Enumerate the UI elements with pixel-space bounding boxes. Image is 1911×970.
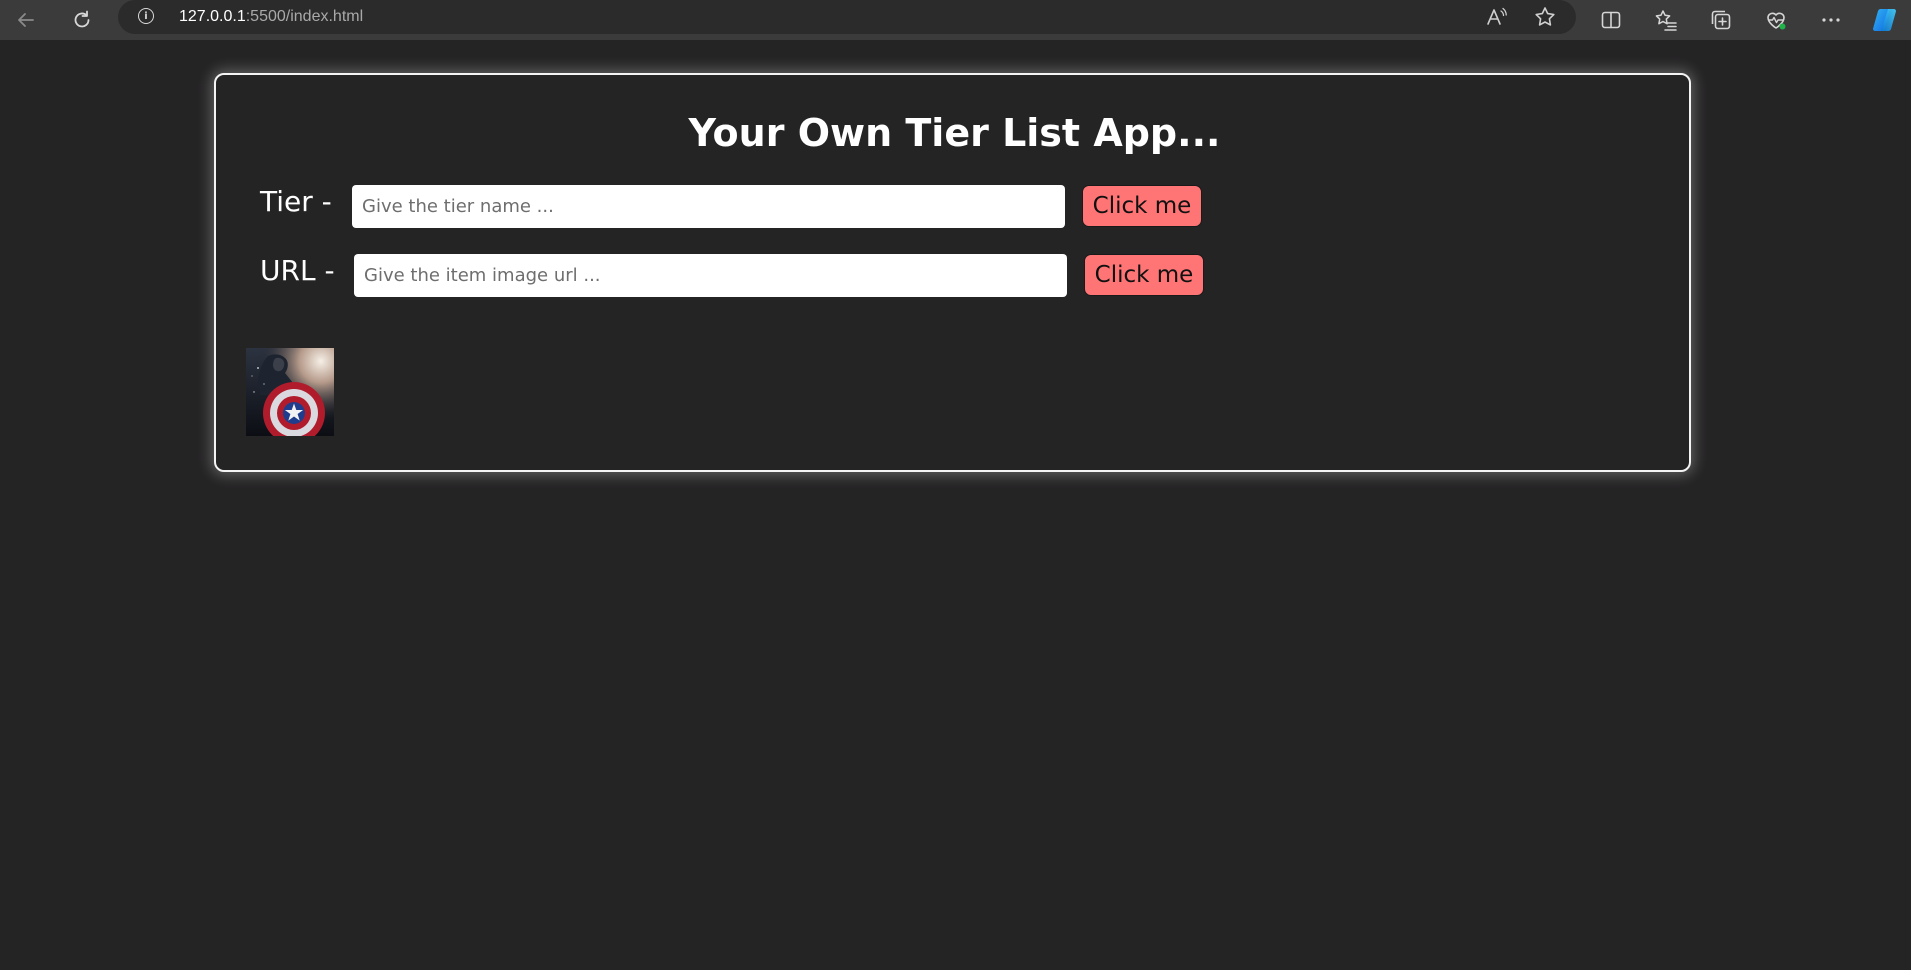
split-screen-icon xyxy=(1601,11,1621,29)
item-url-input[interactable] xyxy=(354,254,1067,297)
address-bar[interactable]: i 127.0.0.1:5500/index.html xyxy=(118,0,1576,34)
tier-list-card: Your Own Tier List App... Tier - Click m… xyxy=(214,73,1691,472)
read-aloud-icon xyxy=(1487,7,1507,25)
url-path: :5500/index.html xyxy=(245,8,364,25)
info-icon[interactable]: i xyxy=(138,8,154,24)
url-text[interactable]: 127.0.0.1:5500/index.html xyxy=(179,8,363,26)
collections-button[interactable] xyxy=(1705,4,1737,36)
heart-pulse-icon xyxy=(1767,12,1786,30)
tier-item-image[interactable] xyxy=(246,348,334,436)
more-dots-icon xyxy=(1822,18,1840,22)
arrow-left-icon xyxy=(18,13,34,27)
star-icon xyxy=(1535,7,1555,26)
refresh-button[interactable] xyxy=(66,4,98,36)
refresh-icon xyxy=(74,10,90,28)
url-host: 127.0.0.1 xyxy=(179,8,246,25)
tier-name-input[interactable] xyxy=(352,185,1065,228)
back-button[interactable] xyxy=(10,4,42,36)
favorite-star-button[interactable] xyxy=(1533,5,1557,29)
tier-label: Tier - xyxy=(260,185,332,218)
copilot-icon xyxy=(1873,9,1896,31)
captain-america-shield-icon xyxy=(246,348,334,436)
page-viewport: Your Own Tier List App... Tier - Click m… xyxy=(0,40,1911,970)
favorites-list-icon xyxy=(1655,10,1677,31)
split-screen-button[interactable] xyxy=(1595,4,1627,36)
collections-icon xyxy=(1711,10,1731,30)
add-tier-button[interactable]: Click me xyxy=(1082,185,1202,227)
more-options-button[interactable] xyxy=(1815,4,1847,36)
favorites-button[interactable] xyxy=(1650,4,1682,36)
read-aloud-button[interactable] xyxy=(1484,5,1508,29)
browser-essentials-button[interactable] xyxy=(1760,4,1792,36)
copilot-button[interactable] xyxy=(1869,4,1901,36)
url-label: URL - xyxy=(260,254,335,287)
add-item-button[interactable]: Click me xyxy=(1084,254,1204,296)
app-title: Your Own Tier List App... xyxy=(688,111,1221,155)
browser-toolbar: i 127.0.0.1:5500/index.html xyxy=(0,0,1911,40)
